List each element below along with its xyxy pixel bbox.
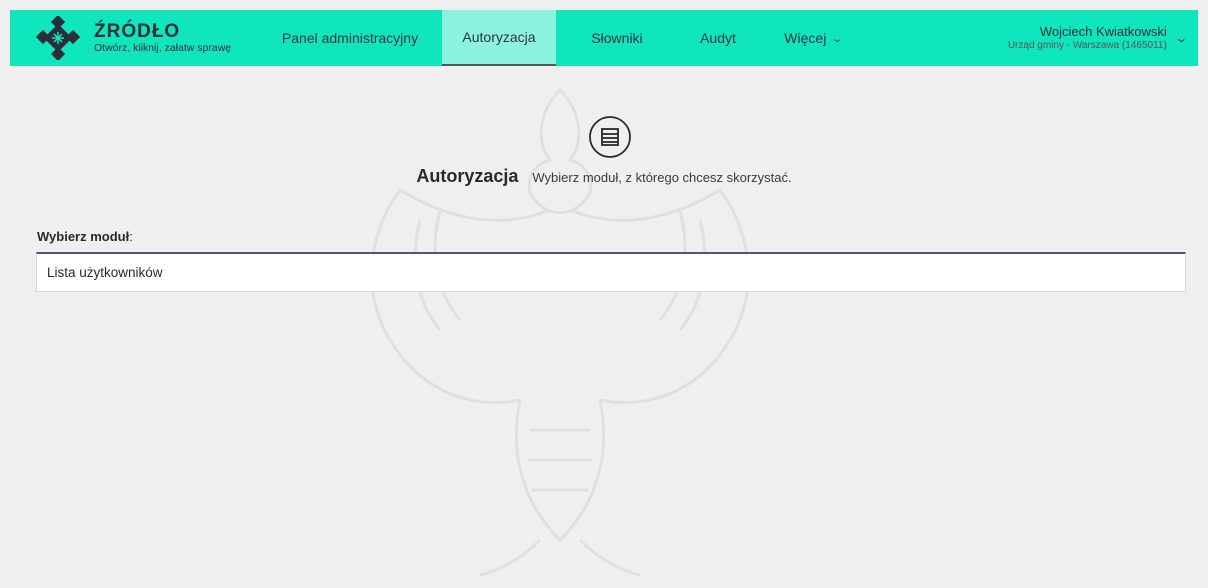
nav-item-label: Autoryzacja [462,29,536,45]
nav-item-label: Panel administracyjny [281,30,419,46]
module-select-label: Wybierz moduł: [37,229,133,244]
page-heading: Autoryzacja Wybierz moduł, z którego chc… [0,166,1208,187]
nav-item-label: Słowniki [591,30,643,46]
user-organization: Urząd gminy - Warszawa (1465011) [1007,39,1167,51]
brand-tagline: Otwórz, kliknij, załatw sprawę [94,42,232,55]
nav-item-label: Audyt [700,30,736,46]
brand-name: ŹRÓDŁO [94,21,181,43]
nav-item-panel-administracyjny[interactable]: Panel administracyjny [258,10,442,66]
main-nav: Panel administracyjny Autoryzacja Słowni… [258,10,868,66]
chevron-down-icon: ⌄ [831,33,844,45]
nav-item-wiecej[interactable]: Więcej ⌄ [758,10,868,66]
chevron-down-icon: ⌄ [1174,32,1188,45]
module-select[interactable]: Lista użytkowników [36,252,1186,292]
zrodlo-logo-icon [36,16,80,60]
nav-item-autoryzacja[interactable]: Autoryzacja [442,10,556,66]
nav-item-label: Więcej [784,30,827,46]
top-navigation-bar: ŹRÓDŁO Otwórz, kliknij, załatw sprawę Pa… [10,10,1198,66]
user-menu[interactable]: Wojciech Kwiatkowski Urząd gminy - Warsz… [1008,10,1198,66]
brand[interactable]: ŹRÓDŁO Otwórz, kliknij, załatw sprawę [10,10,258,66]
page-title: Autoryzacja [416,166,519,186]
nav-item-slowniki[interactable]: Słowniki [556,10,678,66]
user-name: Wojciech Kwiatkowski [1039,24,1167,40]
module-select-value: Lista użytkowników [47,265,163,280]
list-circle-icon [589,116,631,158]
nav-item-audyt[interactable]: Audyt [678,10,758,66]
eagle-watermark [370,87,750,577]
page-description: Wybierz moduł, z którego chcesz skorzyst… [532,170,792,185]
module-select-label-suffix: : [129,229,133,244]
module-select-label-text: Wybierz moduł [37,229,130,244]
